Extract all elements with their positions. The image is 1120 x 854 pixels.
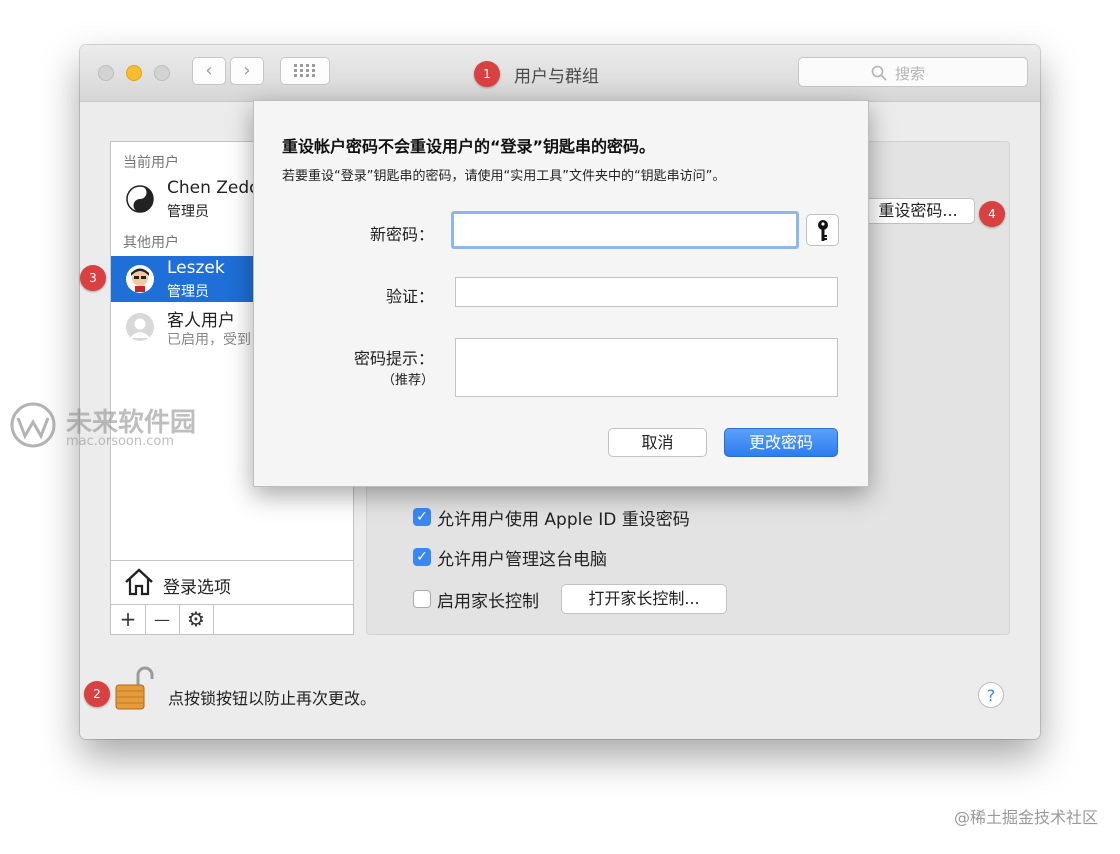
parental-controls-checkbox[interactable] — [413, 590, 431, 608]
lock-icon[interactable] — [114, 665, 154, 711]
search-field[interactable]: 搜索 — [798, 57, 1028, 87]
search-placeholder: 搜索 — [895, 65, 926, 83]
source-credit: @稀土掘金技术社区 — [953, 808, 1098, 827]
user-role: 管理员 — [167, 284, 209, 300]
forward-button[interactable]: › — [230, 57, 264, 85]
hint-label: 密码提示： — [353, 349, 434, 368]
allow-admin-checkbox[interactable]: ✓ — [413, 548, 431, 566]
title-bar: ‹ › 用户与群组 搜索 — [80, 45, 1040, 102]
watermark-logo-icon — [10, 402, 56, 448]
zoom-button[interactable] — [154, 65, 170, 81]
reset-password-button[interactable]: 重设密码... — [861, 198, 975, 224]
open-parental-controls-button[interactable]: 打开家长控制... — [561, 584, 727, 614]
parental-controls-label: 启用家长控制 — [437, 592, 539, 612]
lock-hint: 点按锁按钮以防止再次更改。 — [168, 689, 377, 708]
guest-icon — [126, 313, 154, 341]
user-role: 已启用，受到 — [167, 332, 251, 348]
login-options-item[interactable]: 登录选项 — [111, 560, 353, 605]
user-role: 管理员 — [167, 204, 209, 220]
add-user-button[interactable]: + — [111, 605, 146, 634]
sheet-subtitle: 若要重设“登录”钥匙串的密码，请使用“实用工具”文件夹中的“钥匙串访问”。 — [282, 169, 726, 184]
verify-label: 验证： — [385, 287, 434, 306]
reset-password-sheet: 重设帐户密码不会重设用户的“登录”钥匙串的密码。 若要重设“登录”钥匙串的密码，… — [253, 100, 869, 487]
current-user-section: 当前用户 — [123, 155, 179, 171]
minimize-button[interactable] — [126, 65, 142, 81]
action-menu-button[interactable]: ⚙ — [179, 605, 214, 634]
change-password-button[interactable]: 更改密码 — [724, 428, 838, 457]
key-icon — [817, 220, 828, 241]
allow-admin-label: 允许用户管理这台电脑 — [437, 550, 607, 570]
allow-apple-id-label: 允许用户使用 Apple ID 重设密码 — [437, 510, 690, 530]
user-name: Leszek — [167, 258, 225, 278]
remove-user-button[interactable]: — — [145, 605, 180, 634]
close-button[interactable] — [98, 65, 114, 81]
new-password-field[interactable] — [451, 211, 799, 249]
hint-field[interactable] — [455, 338, 838, 397]
login-options-label: 登录选项 — [163, 578, 231, 598]
verify-field[interactable] — [455, 277, 838, 307]
password-assistant-button[interactable] — [806, 214, 839, 246]
grid-icon — [294, 64, 315, 77]
gear-icon: ⚙ — [187, 607, 205, 631]
window-title: 用户与群组 — [514, 67, 599, 87]
yin-yang-icon — [126, 185, 154, 213]
hint-sublabel: （推荐） — [381, 373, 434, 388]
sheet-title: 重设帐户密码不会重设用户的“登录”钥匙串的密码。 — [282, 137, 656, 156]
other-users-section: 其他用户 — [123, 235, 179, 251]
user-name: 客人用户 — [167, 311, 235, 331]
step-badge-1: 1 — [474, 61, 500, 87]
watermark-url: mac.orsoon.com — [66, 434, 175, 449]
help-button[interactable]: ? — [978, 682, 1004, 708]
house-icon — [125, 568, 153, 596]
user-list-toolbar: + — ⚙ — [111, 604, 353, 635]
cancel-button[interactable]: 取消 — [608, 428, 707, 457]
search-icon — [871, 65, 887, 81]
step-badge-2: 2 — [84, 681, 110, 707]
avatar-icon — [126, 265, 154, 293]
allow-apple-id-checkbox[interactable]: ✓ — [413, 508, 431, 526]
step-badge-3: 3 — [80, 265, 106, 291]
new-password-label: 新密码： — [369, 225, 434, 244]
show-all-button[interactable] — [280, 57, 330, 85]
step-badge-4: 4 — [979, 201, 1005, 227]
back-button[interactable]: ‹ — [192, 57, 226, 85]
user-name: Chen Zedo — [167, 178, 260, 198]
